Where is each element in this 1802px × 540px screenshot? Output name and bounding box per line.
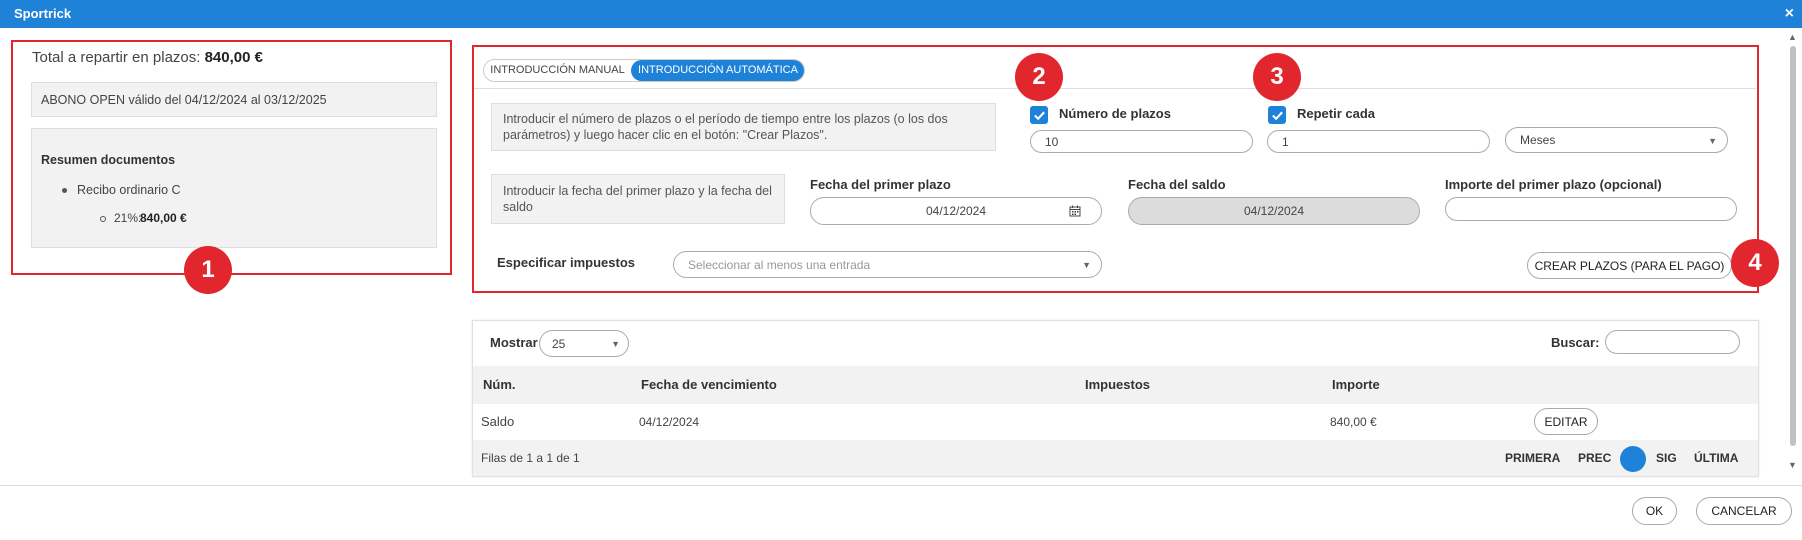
first-date-value: 04/12/2024 [925,204,987,218]
row-importe: 840,00 € [1330,415,1377,429]
window-titlebar: Sportrick × [0,0,1802,28]
repetir-checkbox[interactable] [1268,106,1286,124]
checkmark-icon [1033,111,1045,120]
scroll-up-icon[interactable]: ▲ [1788,32,1797,42]
impuestos-label: Especificar impuestos [497,255,635,270]
close-icon[interactable]: × [1785,5,1794,23]
saldo-date-input: 04/12/2024 [1128,197,1420,225]
impuestos-select[interactable]: Seleccionar al menos una entrada ▼ [673,251,1102,278]
annotation-marker-3: 3 [1253,53,1301,101]
edit-button-label: EDITAR [1544,414,1588,429]
edit-button[interactable]: EDITAR [1534,408,1598,435]
pager-prev[interactable]: PREC [1578,451,1611,465]
period-unit-select[interactable]: Meses ▼ [1505,127,1728,153]
col-header-num[interactable]: Núm. [483,377,516,392]
total-label: Total a repartir en plazos: [32,49,201,66]
window-title: Sportrick [14,6,72,21]
instruction-box-1: Introducir el número de plazos o el perí… [491,103,996,151]
pager-first[interactable]: PRIMERA [1505,451,1560,465]
pager-last[interactable]: ÚLTIMA [1694,451,1738,465]
saldo-date-value: 04/12/2024 [1243,204,1305,218]
num-plazos-label: Número de plazos [1059,106,1171,121]
page-size-select[interactable]: 25 ▼ [539,330,629,357]
col-header-importe[interactable]: Importe [1332,377,1380,392]
ok-label: OK [1645,504,1664,518]
chevron-down-icon: ▼ [1708,136,1717,146]
rows-info: Filas de 1 a 1 de 1 [481,451,580,465]
circle-bullet-icon [100,216,106,222]
docs-title: Resumen documentos [41,153,176,167]
pager-current[interactable]: 1 [1620,446,1646,472]
row-fecha: 04/12/2024 [639,415,700,429]
tab-bar: INTRODUCCIÓN MANUAL INTRODUCCIÓN AUTOMÁT… [483,59,805,82]
col-header-fecha[interactable]: Fecha de vencimiento [641,377,777,392]
total-value: 840,00 € [204,49,263,66]
saldo-date-label: Fecha del saldo [1128,177,1226,192]
create-plazos-label: CREAR PLAZOS (PARA EL PAGO) [1534,258,1725,273]
first-date-input[interactable]: 04/12/2024 [810,197,1102,225]
first-date-label: Fecha del primer plazo [810,177,951,192]
tab-manual[interactable]: INTRODUCCIÓN MANUAL [484,60,631,81]
instruction-box-2: Introducir la fecha del primer plazo y l… [491,174,785,224]
num-plazos-input[interactable]: 10 [1030,130,1253,153]
importe-label: Importe del primer plazo (opcional) [1445,177,1662,192]
repetir-label: Repetir cada [1297,106,1376,121]
docs-summary-box: Resumen documentos Recibo ordinario C 21… [31,128,437,248]
chevron-down-icon: ▼ [611,339,620,349]
annotation-marker-4: 4 [1731,239,1779,287]
annotation-marker-1: 1 [184,246,232,294]
table-footer [473,440,1758,476]
calendar-icon[interactable] [1069,205,1081,217]
doc-item: Recibo ordinario C [77,183,181,197]
create-plazos-button[interactable]: CREAR PLAZOS (PARA EL PAGO) [1527,252,1732,279]
bullet-icon [62,188,67,193]
period-unit-value: Meses [1520,133,1556,147]
abono-box: ABONO OPEN válido del 04/12/2024 al 03/1… [31,82,437,117]
pager-next[interactable]: SIG [1656,451,1677,465]
cancel-button[interactable]: CANCELAR [1696,497,1792,525]
footer-divider [0,485,1802,486]
repetir-value: 1 [1282,134,1289,149]
impuestos-placeholder: Seleccionar al menos una entrada [688,257,871,272]
search-input[interactable] [1605,330,1740,354]
scroll-down-icon[interactable]: ▼ [1788,460,1797,470]
tab-divider [474,88,1756,89]
show-label: Mostrar [490,335,538,350]
ok-button[interactable]: OK [1632,497,1677,525]
num-plazos-checkbox[interactable] [1030,106,1048,124]
total-line: Total a repartir en plazos: 840,00 € [32,49,263,66]
repetir-input[interactable]: 1 [1267,130,1490,153]
checkmark-icon [1271,111,1283,120]
row-num: Saldo [481,414,515,429]
cancel-label: CANCELAR [1711,504,1777,518]
instruction-text-2: Introducir la fecha del primer plazo y l… [503,184,772,214]
instruction-text-1: Introducir el número de plazos o el perí… [503,112,948,142]
col-header-impuestos[interactable]: Impuestos [1085,377,1150,392]
scrollbar-thumb[interactable] [1790,46,1796,446]
chevron-down-icon: ▼ [1082,260,1091,270]
num-plazos-value: 10 [1045,134,1059,149]
scrollbar[interactable]: ▲ ▼ [1788,32,1798,472]
abono-text: ABONO OPEN válido del 04/12/2024 al 03/1… [41,93,327,107]
annotation-marker-2: 2 [1015,53,1063,101]
doc-sub-value: 840,00 € [140,211,187,225]
page-size-value: 25 [552,336,566,351]
importe-input[interactable] [1445,197,1737,221]
doc-sub-pct: 21%: [114,211,142,225]
tab-automatic[interactable]: INTRODUCCIÓN AUTOMÁTICA [631,60,804,81]
search-label: Buscar: [1551,335,1600,350]
